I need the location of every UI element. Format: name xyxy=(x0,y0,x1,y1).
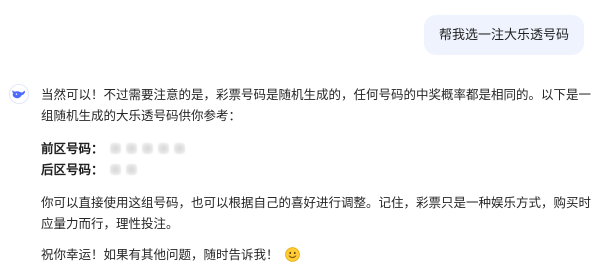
front-zone-label: 前区号码： xyxy=(41,141,104,156)
closing-text: 祝你幸运！如果有其他问题，随时告诉我！ xyxy=(41,247,279,262)
back-zone-label: 后区号码： xyxy=(41,162,104,177)
assistant-message-body: 当然可以！不过需要注意的是，彩票号码是随机生成的，任何号码的中奖概率都是相同的。… xyxy=(41,84,591,270)
front-zone-line: 前区号码： xyxy=(41,138,591,159)
whale-logo-icon xyxy=(9,84,29,104)
user-message-row: 帮我选一注大乐透号码 xyxy=(423,15,584,55)
chat-view: 帮我选一注大乐透号码 当然可以！不过需要注意的是，彩票号码是随机生成的，任何号码… xyxy=(0,0,600,270)
user-message-bubble[interactable]: 帮我选一注大乐透号码 xyxy=(423,15,584,55)
redacted-number xyxy=(109,164,121,175)
redacted-number xyxy=(157,143,169,154)
back-zone-line: 后区号码： xyxy=(41,159,591,180)
lottery-numbers-block: 前区号码： 后区号码： xyxy=(41,138,591,180)
assistant-paragraph-closing: 祝你幸运！如果有其他问题，随时告诉我！ xyxy=(41,244,591,265)
assistant-paragraph-advice: 你可以直接使用这组号码，也可以根据自己的喜好进行调整。记住，彩票只是一种娱乐方式… xyxy=(41,195,592,231)
assistant-paragraph-intro: 当然可以！不过需要注意的是，彩票号码是随机生成的，任何号码的中奖概率都是相同的。… xyxy=(41,87,592,123)
front-zone-numbers-redacted xyxy=(109,143,185,154)
redacted-number xyxy=(125,164,137,175)
back-zone-numbers-redacted xyxy=(109,164,137,175)
redacted-number xyxy=(173,143,185,154)
redacted-number xyxy=(125,143,137,154)
redacted-number xyxy=(109,143,121,154)
smiling-face-emoji-icon xyxy=(284,247,300,262)
redacted-number xyxy=(141,143,153,154)
